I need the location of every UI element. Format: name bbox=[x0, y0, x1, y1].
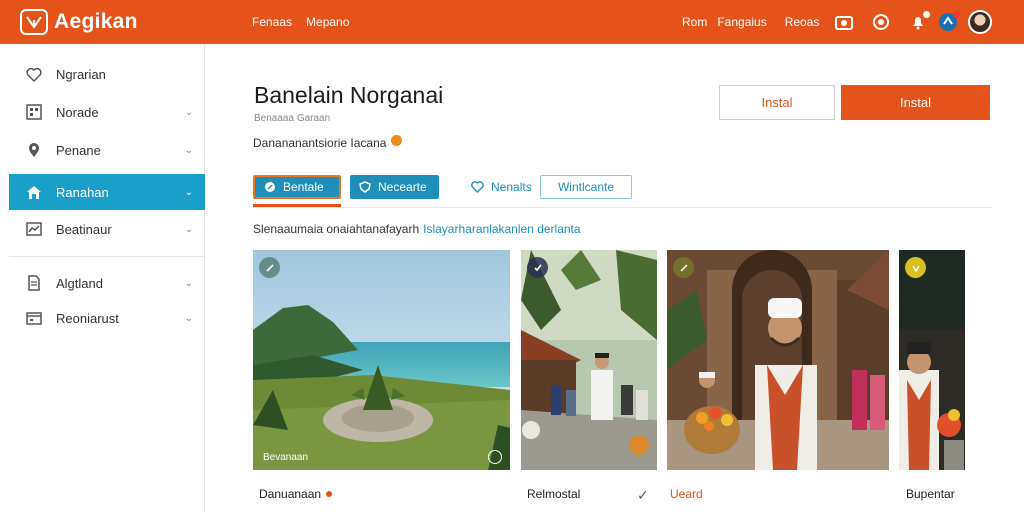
chat-badge bbox=[953, 11, 960, 18]
sidebar-item-reoniarust[interactable]: Reoniarust ⌄ bbox=[9, 300, 205, 336]
gallery-image[interactable] bbox=[521, 250, 657, 470]
sidebar-divider bbox=[9, 256, 205, 257]
description-text: Slenaaumaia onaiahtanafayarh bbox=[253, 222, 420, 236]
star-badge-icon bbox=[905, 257, 926, 278]
app-name: Aegikan bbox=[54, 10, 138, 33]
gallery-image[interactable]: Bevanaan bbox=[253, 250, 510, 470]
page-subtitle: Benaaaa Garaan bbox=[254, 113, 331, 124]
notification-badge bbox=[923, 11, 930, 18]
tab-label: Wintlcante bbox=[557, 180, 615, 194]
app-logo[interactable]: Aegikan bbox=[20, 9, 230, 35]
sidebar-item-label: Ngrarian bbox=[56, 66, 106, 82]
sidebar-item-ranahan[interactable]: Ranahan ⌄ bbox=[9, 174, 205, 210]
gallery-image[interactable] bbox=[667, 250, 889, 470]
top-nav-item[interactable]: Mepano bbox=[306, 15, 349, 29]
shield-icon bbox=[358, 181, 371, 194]
developer-name[interactable]: Danananantsiorie Iacana bbox=[253, 136, 386, 150]
heart-outline-icon bbox=[471, 181, 484, 194]
logo-mark-icon bbox=[20, 9, 48, 35]
tab-wintlcante[interactable]: Wintlcante bbox=[540, 175, 632, 199]
install-outline-button[interactable]: Instal bbox=[719, 85, 835, 120]
document-icon bbox=[25, 274, 43, 292]
avatar[interactable] bbox=[968, 10, 992, 34]
chevron-down-icon: ⌄ bbox=[184, 223, 193, 235]
gallery-label: ✓ bbox=[637, 487, 649, 504]
circle-plus-icon[interactable] bbox=[869, 10, 893, 34]
sidebar-item-label: Ranahan bbox=[56, 184, 109, 200]
top-bar: Aegikan Fenaas Mepano Rom Fangaius Reoas bbox=[0, 0, 1024, 44]
tab-label: Nenalts bbox=[491, 180, 532, 194]
gallery-label-text: Danuanaan bbox=[259, 487, 322, 501]
top-nav-item[interactable]: Fangaius bbox=[717, 15, 766, 29]
leaf-icon bbox=[263, 181, 276, 194]
temple-portrait-image bbox=[667, 250, 889, 470]
heart-icon bbox=[25, 65, 43, 83]
bell-icon[interactable] bbox=[906, 10, 930, 34]
install-button[interactable]: Instal bbox=[841, 85, 990, 120]
top-nav-secondary: Rom Fangaius Reoas bbox=[682, 15, 819, 29]
gallery-image[interactable] bbox=[899, 250, 965, 470]
tab-necearte[interactable]: Necearte bbox=[350, 175, 439, 199]
top-nav-item[interactable]: Fenaas bbox=[252, 15, 292, 29]
check-circle-icon[interactable] bbox=[488, 450, 502, 464]
status-dot-icon bbox=[326, 491, 333, 497]
top-nav-item[interactable]: Rom bbox=[682, 15, 707, 29]
top-nav-item[interactable]: Reoas bbox=[785, 15, 820, 29]
tab-label: Bentale bbox=[283, 180, 324, 194]
gallery-label: Relmostal bbox=[527, 487, 580, 501]
home-icon bbox=[25, 183, 43, 201]
tab-label: Necearte bbox=[378, 180, 427, 194]
portrait-preview-image bbox=[899, 250, 965, 470]
chevron-down-icon: ⌄ bbox=[184, 186, 193, 198]
chevron-down-icon: ⌄ bbox=[184, 144, 193, 156]
description: Slenaaumaia onaiahtanafayarh Islayarharan… bbox=[253, 222, 581, 236]
check-badge-icon bbox=[527, 257, 548, 278]
chevron-down-icon: ⌄ bbox=[184, 277, 193, 289]
chat-icon[interactable] bbox=[936, 10, 960, 34]
gallery-label-text: Bupentar bbox=[906, 487, 955, 501]
leaf-badge-icon bbox=[259, 257, 280, 278]
sidebar-item-norade[interactable]: Norade ⌄ bbox=[9, 94, 205, 130]
grid-icon bbox=[25, 103, 43, 121]
active-tab-indicator bbox=[253, 204, 341, 207]
top-icon-bar bbox=[832, 10, 992, 34]
gallery-label: Ueard bbox=[670, 487, 703, 501]
camera-icon[interactable] bbox=[832, 10, 856, 34]
sidebar-item-algtland[interactable]: Algtland ⌄ bbox=[9, 265, 205, 301]
gallery-label: Bupentar bbox=[906, 487, 955, 501]
sidebar-item-beatinaur[interactable]: Beatinaur ⌄ bbox=[9, 211, 205, 247]
gallery-label-text: Ueard bbox=[670, 487, 703, 501]
description-link[interactable]: Islayarharanlakanlen derlanta bbox=[423, 222, 580, 236]
top-nav: Fenaas Mepano bbox=[252, 15, 349, 29]
main-content: Banelain Norganai Benaaaa Garaan Dananan… bbox=[206, 44, 1024, 512]
sidebar: Ngrarian Norade ⌄ Penane ⌄ Ranahan ⌄ Bea… bbox=[0, 44, 205, 512]
gallery-label: Danuanaan bbox=[259, 487, 333, 501]
gallery-label-text: Relmostal bbox=[527, 487, 581, 501]
sidebar-item-label: Norade bbox=[56, 104, 99, 120]
village-scene-image bbox=[521, 250, 657, 470]
tab-bar: Bentale Necearte Nenalts Wintlcante bbox=[253, 175, 992, 208]
sidebar-item-label: Penane bbox=[56, 142, 101, 158]
sidebar-item-label: Algtland bbox=[56, 275, 103, 291]
image-caption: Bevanaan bbox=[263, 452, 309, 463]
sidebar-item-label: Reoniarust bbox=[56, 310, 119, 326]
location-icon bbox=[25, 141, 43, 159]
sidebar-item-penane[interactable]: Penane ⌄ bbox=[9, 132, 205, 168]
page-title: Banelain Norganai bbox=[254, 82, 444, 108]
tab-nenalts[interactable]: Nenalts bbox=[463, 175, 533, 199]
developer-row: Danananantsiorie Iacana bbox=[253, 134, 403, 150]
check-icon: ✓ bbox=[637, 487, 649, 503]
coastal-landscape-image bbox=[253, 250, 510, 470]
verified-badge-icon bbox=[391, 134, 403, 146]
sidebar-item-ngrarian[interactable]: Ngrarian bbox=[9, 56, 205, 92]
sidebar-item-label: Beatinaur bbox=[56, 221, 112, 237]
chart-icon bbox=[25, 220, 43, 238]
chevron-down-icon: ⌄ bbox=[184, 106, 193, 118]
calendar-icon bbox=[25, 309, 43, 327]
chevron-down-icon: ⌄ bbox=[184, 312, 193, 324]
leaf-badge-icon bbox=[673, 257, 694, 278]
tab-bentale[interactable]: Bentale bbox=[253, 175, 341, 199]
